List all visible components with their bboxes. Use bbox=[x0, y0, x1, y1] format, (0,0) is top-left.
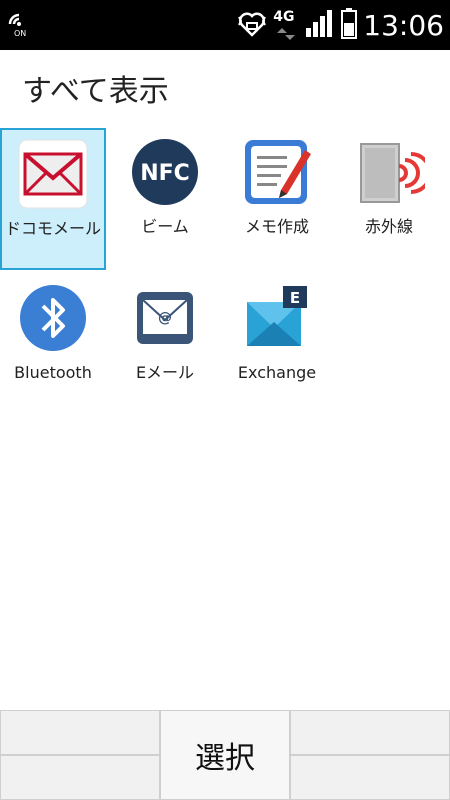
app-infrared[interactable]: 赤外線 bbox=[336, 128, 442, 270]
app-label: Exchange bbox=[237, 363, 317, 382]
signal-bars-icon bbox=[305, 8, 335, 42]
status-icons: 4G 13:06 bbox=[237, 0, 444, 50]
softkey-bar: 選択 bbox=[0, 710, 450, 800]
app-memo[interactable]: メモ作成 bbox=[224, 128, 330, 270]
exchange-icon: E bbox=[241, 282, 313, 354]
app-email[interactable]: @ Eメール bbox=[112, 274, 218, 416]
svg-text:@: @ bbox=[158, 310, 172, 326]
app-label: ビーム bbox=[141, 217, 189, 236]
network-label: 4G bbox=[273, 9, 295, 25]
app-exchange[interactable]: E Exchange bbox=[224, 274, 330, 416]
svg-text:NFC: NFC bbox=[140, 161, 190, 186]
app-label: Eメール bbox=[135, 363, 195, 382]
infrared-icon bbox=[353, 136, 432, 208]
svg-text:E: E bbox=[290, 289, 300, 307]
app-label: 赤外線 bbox=[364, 217, 413, 236]
memo-icon bbox=[241, 136, 313, 208]
clock: 13:06 bbox=[363, 8, 444, 42]
email-icon: @ bbox=[129, 282, 201, 354]
app-label: ドコモメール bbox=[4, 219, 101, 238]
app-label: メモ作成 bbox=[244, 217, 309, 236]
status-bar: ON 4G 13:06 bbox=[0, 0, 450, 50]
docomo-mail-icon bbox=[17, 138, 89, 210]
softkey-right-top[interactable] bbox=[290, 710, 450, 755]
heart-vibrate-icon bbox=[237, 7, 267, 43]
page-title: すべて表示 bbox=[22, 74, 169, 109]
bluetooth-icon bbox=[17, 282, 89, 354]
softkey-left-bottom[interactable] bbox=[0, 755, 160, 800]
wifi-on-icon: ON bbox=[6, 10, 32, 38]
softkey-right-bottom[interactable] bbox=[290, 755, 450, 800]
battery-icon bbox=[341, 7, 358, 43]
select-button[interactable]: 選択 bbox=[160, 710, 290, 800]
app-label: Bluetooth bbox=[14, 363, 92, 382]
app-beam[interactable]: NFC ビーム bbox=[112, 128, 218, 270]
signal-arrows-icon bbox=[277, 28, 296, 40]
softkey-left-top[interactable] bbox=[0, 710, 160, 755]
app-bluetooth[interactable]: Bluetooth bbox=[0, 274, 106, 416]
app-docomo-mail[interactable]: ドコモメール bbox=[0, 128, 106, 270]
network-type: 4G bbox=[273, 7, 299, 43]
nfc-icon: NFC bbox=[129, 136, 201, 208]
svg-text:ON: ON bbox=[14, 29, 26, 38]
